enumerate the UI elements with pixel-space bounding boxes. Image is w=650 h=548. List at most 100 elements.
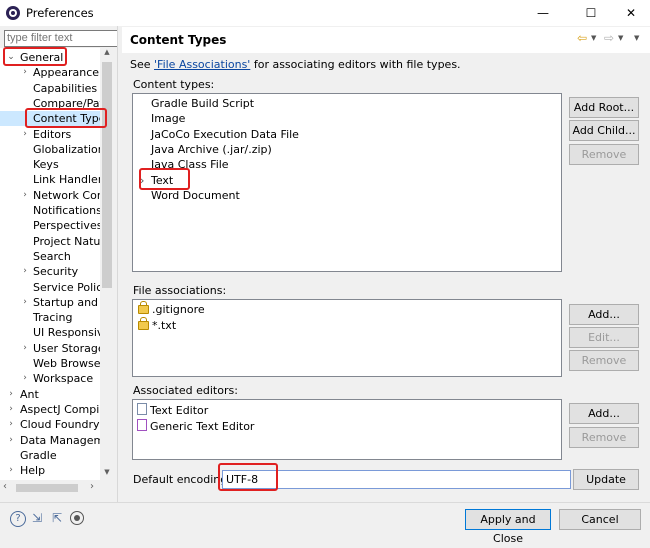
tree-item[interactable]: › Help	[0, 463, 100, 478]
pane-divider[interactable]	[117, 26, 118, 502]
lock-icon	[138, 317, 149, 330]
tree-item[interactable]: Notifications	[0, 203, 102, 218]
file-assoc-label: *.txt	[152, 319, 177, 332]
page-title: Content Types	[130, 33, 227, 47]
tree-item[interactable]: Capabilities	[0, 81, 100, 96]
associated-editors-label: Associated editors:	[133, 384, 238, 397]
import-icon[interactable]: ⇲	[30, 511, 44, 525]
tree-item[interactable]: › Editors	[0, 127, 100, 142]
file-associations-link[interactable]: 'File Associations'	[154, 58, 250, 71]
help-icon[interactable]: ?	[10, 511, 26, 527]
collapse-arrow-icon[interactable]: ›	[21, 295, 29, 310]
tree-item[interactable]: › Workspace	[0, 371, 100, 386]
tree-item[interactable]: Link Handlers	[0, 172, 108, 187]
close-button[interactable]: ✕	[608, 0, 650, 26]
tree-item-label: Web Browser	[33, 357, 106, 370]
scroll-left-arrow-icon[interactable]: ‹	[3, 481, 7, 492]
tree-item-label: Data Manageme	[20, 433, 111, 447]
tree-item[interactable]: Keys	[0, 157, 100, 172]
list-item[interactable]: .gitignore	[138, 301, 205, 317]
collapse-arrow-icon[interactable]: ›	[21, 264, 29, 279]
tree-item-label: UI Responsive	[33, 326, 111, 340]
back-dropdown-icon[interactable]: ▼	[591, 34, 596, 42]
list-item[interactable]: Text Editor	[137, 402, 208, 417]
tree-item[interactable]: Project Nature	[0, 234, 111, 249]
tree-item[interactable]: Service Policie	[0, 280, 112, 295]
scroll-right-arrow-icon[interactable]: ›	[90, 481, 94, 492]
tree-item[interactable]: Search	[0, 249, 100, 264]
tree-item-label: Keys	[33, 158, 59, 172]
tree-item[interactable]: Globalization	[0, 142, 105, 157]
editor-label: Generic Text Editor	[150, 420, 255, 433]
add-root-button[interactable]: Add Root...	[569, 97, 639, 118]
remove-content-type-button[interactable]: Remove	[569, 144, 639, 165]
collapse-arrow-icon[interactable]: ›	[21, 341, 29, 356]
tree-item[interactable]: › Data Manageme	[0, 433, 111, 448]
tree-item[interactable]: Perspectives	[0, 218, 103, 233]
tree-item[interactable]: › Appearance	[0, 65, 100, 80]
content-type-label: Gradle Build Script	[151, 97, 255, 110]
tree-item[interactable]: › Network Conn	[0, 188, 111, 203]
add-editor-button[interactable]: Add...	[569, 403, 639, 424]
list-item[interactable]: Generic Text Editor	[137, 418, 254, 433]
collapse-arrow-icon[interactable]: ›	[21, 371, 29, 386]
tree-item-label: Help	[20, 464, 46, 478]
add-file-association-button[interactable]: Add...	[569, 304, 639, 325]
tree-item[interactable]: › Ant	[0, 387, 100, 402]
edit-file-association-button[interactable]: Edit...	[569, 327, 639, 348]
tree-item[interactable]: › Startup and Sh	[0, 295, 114, 310]
forward-dropdown-icon[interactable]: ▼	[618, 34, 623, 42]
tree-item-label: Security	[33, 265, 79, 279]
highlight-general	[3, 47, 67, 66]
content-type-label: Java Archive (.jar/.zip)	[151, 142, 272, 156]
update-button[interactable]: Update	[573, 469, 639, 490]
tree-item[interactable]: Gradle	[0, 448, 100, 463]
tree-item[interactable]: › User Storage	[0, 341, 104, 356]
tree-item[interactable]: › AspectJ Compile	[0, 402, 109, 417]
scroll-down-arrow-icon[interactable]: ▼	[102, 468, 112, 480]
collapse-arrow-icon[interactable]: ›	[21, 188, 29, 203]
scroll-up-arrow-icon[interactable]: ▲	[102, 48, 112, 60]
list-item[interactable]: *.txt	[138, 317, 177, 333]
tree-item-label: Appearance	[33, 66, 100, 80]
text-editor-icon	[137, 403, 147, 415]
cancel-button[interactable]: Cancel	[559, 509, 641, 530]
minimize-button[interactable]: —	[520, 0, 566, 26]
back-arrow-icon[interactable]: ⇦	[577, 31, 587, 45]
tree-item[interactable]: › Cloud Foundry	[0, 417, 100, 432]
view-menu-icon[interactable]: ▼	[634, 34, 639, 42]
export-icon[interactable]: ⇱	[50, 511, 64, 525]
tree-item-label: Search	[33, 249, 71, 263]
filter-input[interactable]	[4, 30, 118, 47]
tree-item-label: Perspectives	[33, 219, 103, 233]
eclipse-app-icon	[6, 6, 20, 20]
tree-item[interactable]: Web Browser	[0, 356, 105, 371]
tree-item[interactable]: › Security	[0, 264, 100, 279]
collapse-arrow-icon[interactable]: ›	[21, 65, 29, 80]
collapse-arrow-icon[interactable]: ›	[7, 463, 15, 478]
tree-item[interactable]: Tracing	[0, 310, 100, 325]
tree-item-label: Notifications	[33, 204, 102, 217]
forward-arrow-icon[interactable]: ⇨	[604, 31, 614, 45]
add-child-button[interactable]: Add Child...	[569, 120, 639, 141]
tree-item[interactable]: UI Responsive	[0, 325, 110, 340]
tree-item-label: AspectJ Compile	[20, 402, 110, 416]
remove-editor-button[interactable]: Remove	[569, 427, 639, 448]
window-title: Preferences	[26, 6, 94, 20]
intro-prefix: See	[130, 58, 155, 71]
collapse-arrow-icon[interactable]: ›	[7, 433, 15, 448]
collapse-arrow-icon[interactable]: ›	[7, 417, 15, 432]
apply-and-close-button[interactable]: Apply and Close	[465, 509, 551, 545]
record-icon[interactable]	[70, 511, 84, 525]
tree-horizontal-scroll-thumb[interactable]	[16, 484, 78, 492]
collapse-arrow-icon[interactable]: ›	[21, 127, 29, 142]
remove-file-association-button[interactable]: Remove	[569, 350, 639, 371]
collapse-arrow-icon[interactable]: ›	[7, 387, 15, 402]
tree-item-label: Editors	[33, 127, 72, 141]
collapse-arrow-icon[interactable]: ›	[7, 402, 15, 417]
intro-text: See 'File Associations' for associating …	[130, 58, 461, 71]
tree-item-label: Gradle	[20, 448, 57, 462]
tree-item-label: Ant	[20, 387, 39, 401]
content-types-tree[interactable]	[132, 93, 562, 272]
tree-vertical-scroll-thumb[interactable]	[102, 62, 112, 288]
